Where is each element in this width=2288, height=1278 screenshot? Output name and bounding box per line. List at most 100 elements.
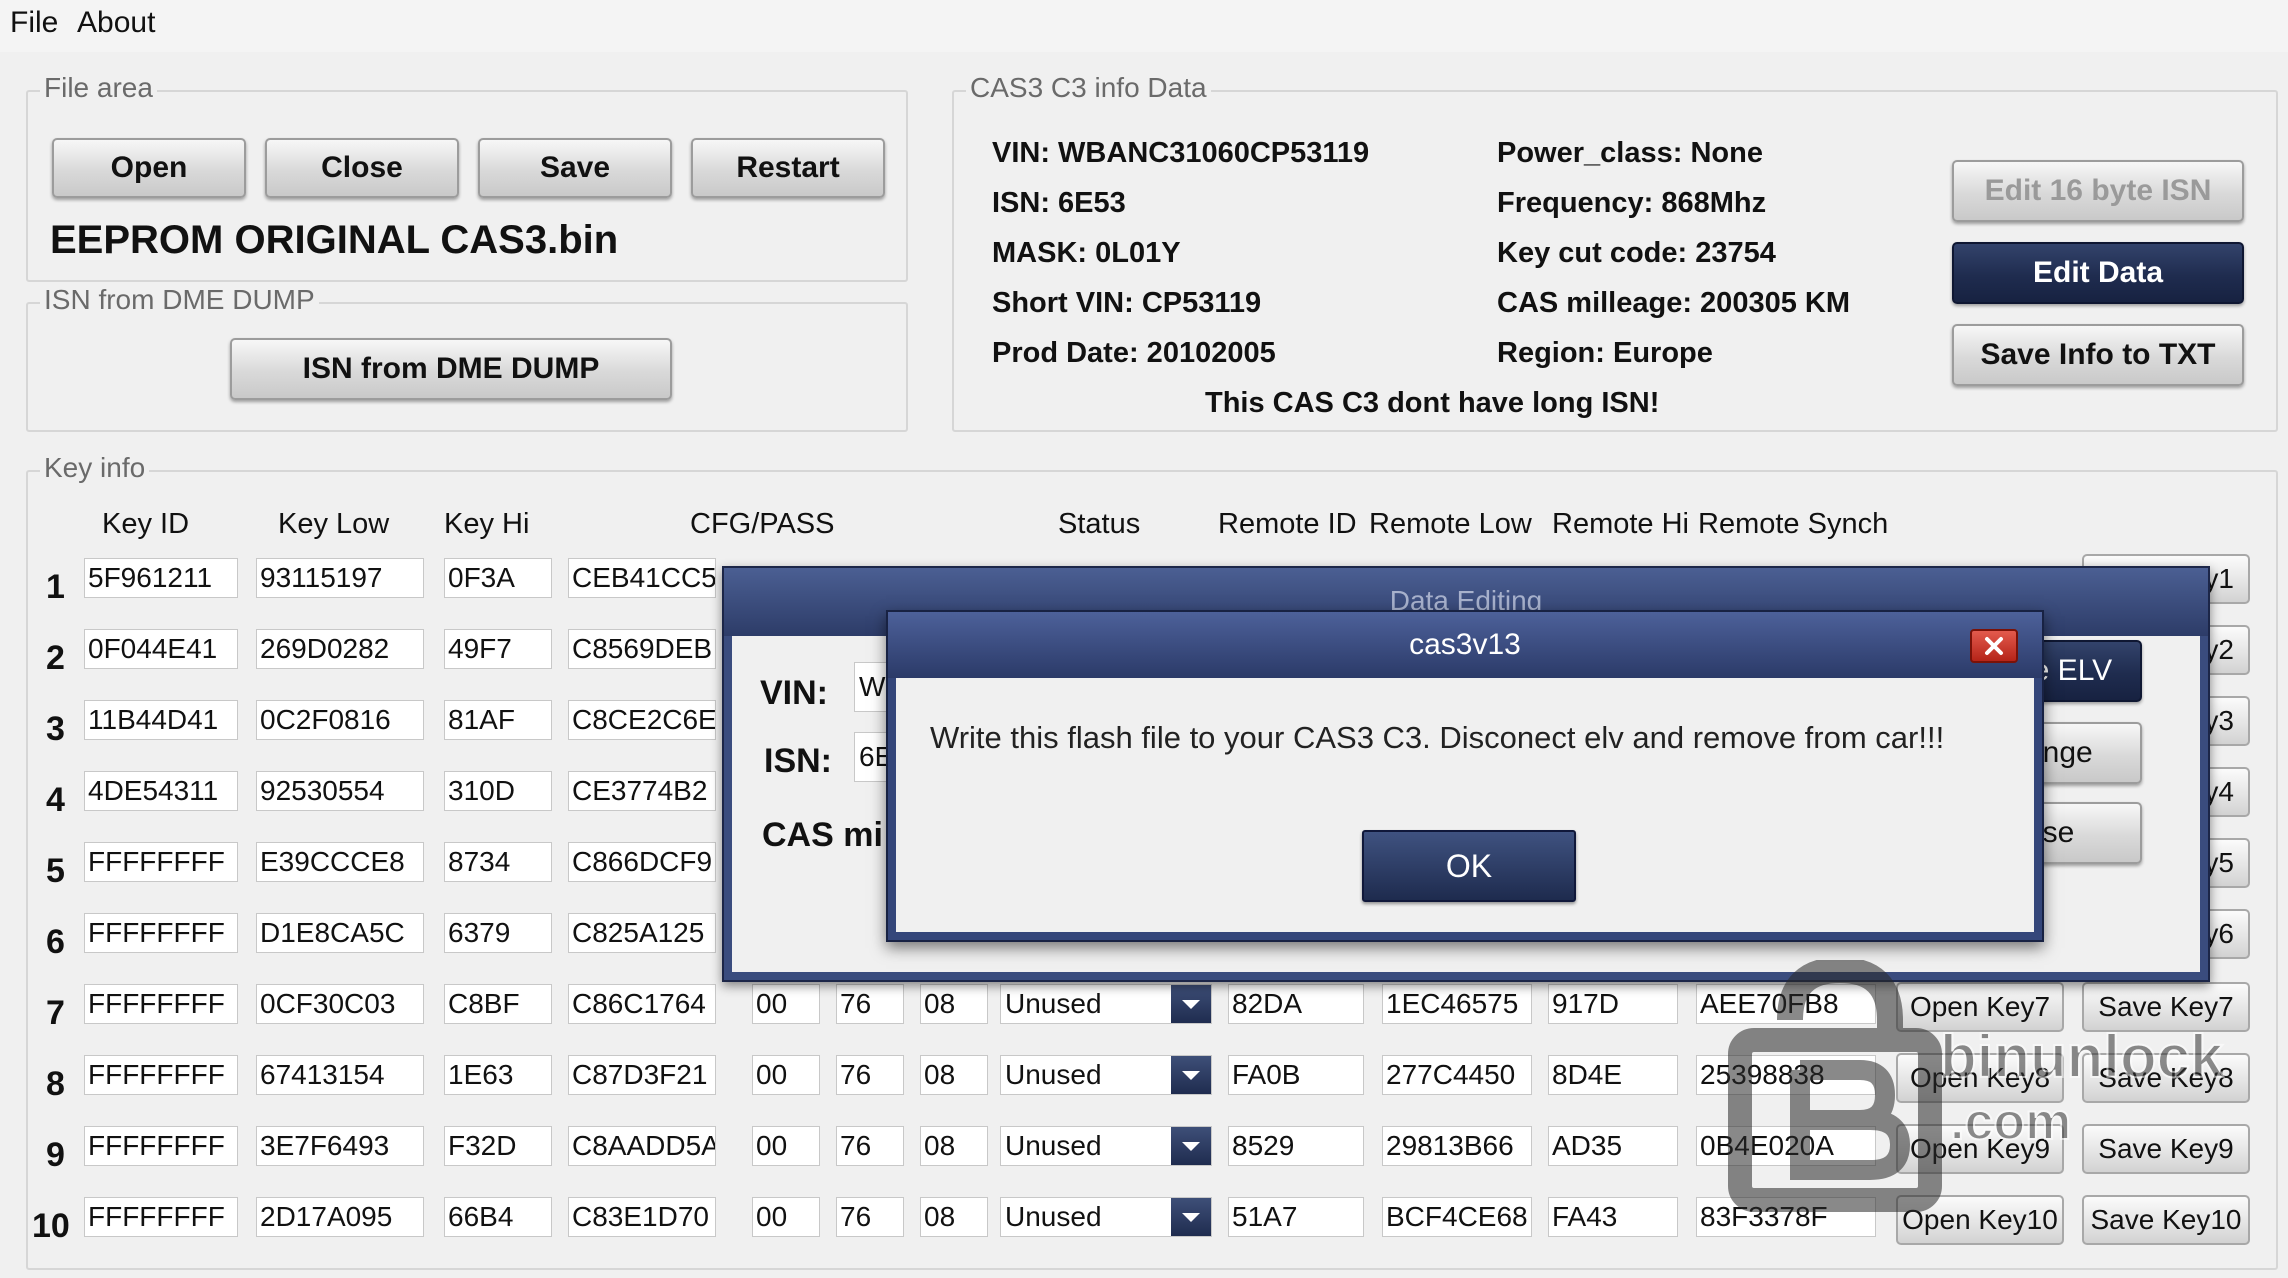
status-dropdown[interactable]: Unused <box>1000 1126 1212 1166</box>
pass-byte-3-field[interactable]: 08 <box>920 984 988 1024</box>
key-id-field[interactable]: 4DE54311 <box>84 771 238 811</box>
key-hi-field[interactable]: C8BF <box>444 984 552 1024</box>
menu-file[interactable]: File <box>10 6 58 40</box>
pass-byte-3-field[interactable]: 08 <box>920 1197 988 1237</box>
frequency-value: Frequency: 868Mhz <box>1497 187 1767 219</box>
watermark-text: binunlock <box>1939 1022 2224 1091</box>
key-id-field[interactable]: FFFFFFFF <box>84 1126 238 1166</box>
key-low-field[interactable]: 93115197 <box>256 558 424 598</box>
key-id-field[interactable]: FFFFFFFF <box>84 1197 238 1237</box>
key-low-field[interactable]: D1E8CA5C <box>256 913 424 953</box>
key-hi-field[interactable]: 310D <box>444 771 552 811</box>
open-button[interactable]: Open <box>52 138 246 198</box>
cfg-pass-field[interactable]: C87D3F21 <box>568 1055 716 1095</box>
pass-byte-2-field[interactable]: 76 <box>836 1197 904 1237</box>
header-cfg-pass: CFG/PASS <box>690 508 835 540</box>
key-low-field[interactable]: 269D0282 <box>256 629 424 669</box>
cfg-pass-field[interactable]: C8569DEB <box>568 629 716 669</box>
ok-button[interactable]: OK <box>1362 830 1576 902</box>
key-hi-field[interactable]: F32D <box>444 1126 552 1166</box>
remote-hi-field[interactable]: 917D <box>1548 984 1678 1024</box>
pass-byte-1-field[interactable]: 00 <box>752 1055 820 1095</box>
pass-byte-2-field[interactable]: 76 <box>836 1126 904 1166</box>
key-hi-field[interactable]: 8734 <box>444 842 552 882</box>
status-dropdown[interactable]: Unused <box>1000 1055 1212 1095</box>
remote-low-field[interactable]: 29813B66 <box>1382 1126 1532 1166</box>
pass-byte-1-field[interactable]: 00 <box>752 1126 820 1166</box>
menu-about[interactable]: About <box>77 6 155 40</box>
key-hi-field[interactable]: 6379 <box>444 913 552 953</box>
chevron-down-icon[interactable] <box>1171 985 1211 1023</box>
key-low-field[interactable]: E39CCCE8 <box>256 842 424 882</box>
header-remote-id: Remote ID <box>1218 508 1357 540</box>
pass-byte-2-field[interactable]: 76 <box>836 1055 904 1095</box>
key-low-field[interactable]: 67413154 <box>256 1055 424 1095</box>
save-info-txt-button[interactable]: Save Info to TXT <box>1952 324 2244 386</box>
message-box-titlebar[interactable]: cas3v13 <box>888 612 2042 678</box>
key-low-field[interactable]: 0CF30C03 <box>256 984 424 1024</box>
cfg-pass-field[interactable]: C86C1764 <box>568 984 716 1024</box>
cfg-pass-field[interactable]: CEB41CC5 <box>568 558 716 598</box>
key-low-field[interactable]: 92530554 <box>256 771 424 811</box>
key-low-field[interactable]: 3E7F6493 <box>256 1126 424 1166</box>
remote-low-field[interactable]: BCF4CE68 <box>1382 1197 1532 1237</box>
cfg-pass-field[interactable]: C866DCF9 <box>568 842 716 882</box>
restart-button[interactable]: Restart <box>691 138 885 198</box>
key-id-field[interactable]: FFFFFFFF <box>84 984 238 1024</box>
key-low-field[interactable]: 0C2F0816 <box>256 700 424 740</box>
header-status: Status <box>1058 508 1141 540</box>
save-button[interactable]: Save <box>478 138 672 198</box>
status-dropdown[interactable]: Unused <box>1000 1197 1212 1237</box>
pass-byte-1-field[interactable]: 00 <box>752 1197 820 1237</box>
remote-low-field[interactable]: 277C4450 <box>1382 1055 1532 1095</box>
remote-hi-field[interactable]: FA43 <box>1548 1197 1678 1237</box>
pass-byte-3-field[interactable]: 08 <box>920 1055 988 1095</box>
remote-hi-field[interactable]: AD35 <box>1548 1126 1678 1166</box>
remote-id-field[interactable]: 51A7 <box>1228 1197 1364 1237</box>
status-value: Unused <box>1005 988 1102 1019</box>
pass-byte-1-field[interactable]: 00 <box>752 984 820 1024</box>
key-hi-field[interactable]: 49F7 <box>444 629 552 669</box>
remote-low-field[interactable]: 1EC46575 <box>1382 984 1532 1024</box>
pass-byte-2-field[interactable]: 76 <box>836 984 904 1024</box>
chevron-down-icon[interactable] <box>1171 1198 1211 1236</box>
remote-id-field[interactable]: 82DA <box>1228 984 1364 1024</box>
cfg-pass-field[interactable]: CE3774B2 <box>568 771 716 811</box>
remote-id-field[interactable]: FA0B <box>1228 1055 1364 1095</box>
key-id-field[interactable]: FFFFFFFF <box>84 842 238 882</box>
chevron-down-icon[interactable] <box>1171 1127 1211 1165</box>
cfg-pass-field[interactable]: C825A125 <box>568 913 716 953</box>
close-button[interactable]: Close <box>265 138 459 198</box>
key-hi-field[interactable]: 81AF <box>444 700 552 740</box>
message-box: cas3v13 Write this flash file to your CA… <box>886 610 2044 942</box>
cfg-pass-field[interactable]: C8AADD5A <box>568 1126 716 1166</box>
cas-info-title: CAS3 C3 info Data <box>966 72 1211 104</box>
key-hi-field[interactable]: 1E63 <box>444 1055 552 1095</box>
key-id-field[interactable]: 11B44D41 <box>84 700 238 740</box>
row-number: 8 <box>46 1065 65 1103</box>
cfg-pass-field[interactable]: C8CE2C6E <box>568 700 716 740</box>
row-number: 9 <box>46 1136 65 1174</box>
isn-from-dme-button[interactable]: ISN from DME DUMP <box>230 338 672 400</box>
key-id-field[interactable]: FFFFFFFF <box>84 913 238 953</box>
row-number: 5 <box>46 852 65 890</box>
close-icon <box>1985 637 2003 655</box>
edit-data-button[interactable]: Edit Data <box>1952 242 2244 304</box>
key-id-field[interactable]: 5F961211 <box>84 558 238 598</box>
remote-hi-field[interactable]: 8D4E <box>1548 1055 1678 1095</box>
key-id-field[interactable]: 0F044E41 <box>84 629 238 669</box>
chevron-down-icon[interactable] <box>1171 1056 1211 1094</box>
key-id-field[interactable]: FFFFFFFF <box>84 1055 238 1095</box>
pass-byte-3-field[interactable]: 08 <box>920 1126 988 1166</box>
watermark-subtext: .com <box>1949 1092 2072 1152</box>
key-low-field[interactable]: 2D17A095 <box>256 1197 424 1237</box>
key-hi-field[interactable]: 66B4 <box>444 1197 552 1237</box>
remote-id-field[interactable]: 8529 <box>1228 1126 1364 1166</box>
status-dropdown[interactable]: Unused <box>1000 984 1212 1024</box>
short-vin-value: Short VIN: CP53119 <box>992 287 1262 319</box>
status-value: Unused <box>1005 1130 1102 1161</box>
cfg-pass-field[interactable]: C83E1D70 <box>568 1197 716 1237</box>
edit-16-byte-isn-button[interactable]: Edit 16 byte ISN <box>1952 160 2244 222</box>
message-box-close-button[interactable] <box>1970 629 2018 663</box>
key-hi-field[interactable]: 0F3A <box>444 558 552 598</box>
